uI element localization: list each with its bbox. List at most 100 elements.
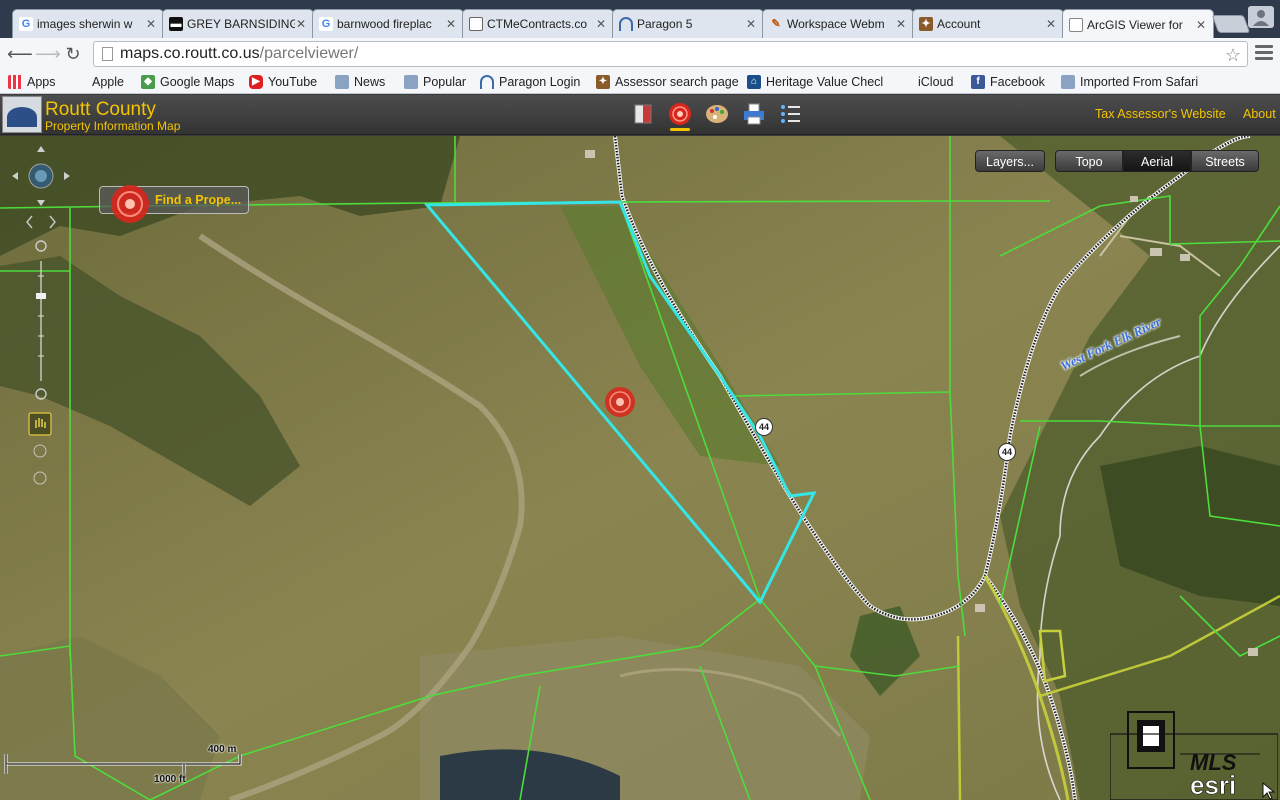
aerial-imagery xyxy=(0,136,1280,800)
basemap-aerial-button[interactable]: Aerial xyxy=(1123,150,1191,172)
browser-toolbar: ⟵ ⟶ ↻ maps.co.routt.co.us/parcelviewer/ … xyxy=(0,38,1280,70)
browser-tab[interactable]: G barnwood fireplac ✕ xyxy=(312,9,464,38)
bookmark-label: Apple xyxy=(92,75,124,89)
bookmark-heritage-value[interactable]: ⌂ Heritage Value Checl xyxy=(747,74,883,90)
browser-tab-active[interactable]: ArcGIS Viewer for ✕ xyxy=(1062,9,1214,39)
document-icon xyxy=(469,17,483,31)
folder-icon xyxy=(335,75,349,89)
apple-icon xyxy=(73,75,87,89)
bookmark-apple[interactable]: Apple xyxy=(73,74,124,90)
tab-title: CTMeContracts.co xyxy=(487,17,588,31)
bookmark-youtube[interactable]: ▶ YouTube xyxy=(249,74,317,90)
target-icon xyxy=(111,185,149,223)
close-icon[interactable]: ✕ xyxy=(295,17,307,31)
bookmark-folder-safari[interactable]: Imported From Safari xyxy=(1061,74,1198,90)
resize-cursor-icon xyxy=(1262,782,1276,800)
map-view[interactable]: Layers... Topo Aerial Streets Find a Pro… xyxy=(0,136,1280,800)
browser-tab[interactable]: ✦ Account ✕ xyxy=(912,9,1064,38)
bookmark-folder-popular[interactable]: Popular xyxy=(404,74,466,90)
bookmark-google-maps[interactable]: ◆ Google Maps xyxy=(141,74,234,90)
browser-tab[interactable]: G images sherwin w ✕ xyxy=(12,9,164,38)
basemap-tool-button[interactable] xyxy=(704,101,730,127)
app-header: Routt County Property Information Map Ta… xyxy=(0,95,1280,135)
print-tool-button[interactable] xyxy=(741,101,767,127)
browser-tab[interactable]: Paragon 5 ✕ xyxy=(612,9,764,38)
bookmark-label: Heritage Value Checl xyxy=(766,75,884,89)
book-icon xyxy=(634,104,652,124)
scale-bar: 400 m 1000 ft xyxy=(4,740,244,790)
bookmark-label: News xyxy=(354,75,386,89)
barn-site-icon: ▬ xyxy=(169,17,183,31)
close-icon[interactable]: ✕ xyxy=(1045,17,1057,31)
bookmark-star-icon[interactable]: ☆ xyxy=(1225,43,1241,67)
account-icon: ✦ xyxy=(919,17,933,31)
bookmark-label: Imported From Safari xyxy=(1080,75,1199,89)
close-icon[interactable]: ✕ xyxy=(595,17,607,31)
tab-title: Account xyxy=(937,17,981,31)
bookmark-folder-news[interactable]: News xyxy=(335,74,385,90)
map-attribution: MLS esri xyxy=(1109,710,1279,800)
basemap-streets-button[interactable]: Streets xyxy=(1191,150,1259,172)
tax-assessor-link[interactable]: Tax Assessor's Website xyxy=(1095,107,1226,121)
find-tool-button[interactable] xyxy=(667,101,693,131)
about-link[interactable]: About xyxy=(1243,107,1276,121)
tab-title: ArcGIS Viewer for xyxy=(1087,17,1183,32)
county-logo xyxy=(2,96,42,133)
app-subtitle: Property Information Map xyxy=(45,119,181,133)
bookmark-paragon-login[interactable]: Paragon Login xyxy=(480,74,580,90)
paragon-icon xyxy=(480,75,494,89)
close-icon[interactable]: ✕ xyxy=(745,17,757,31)
reload-button[interactable]: ↻ xyxy=(62,43,84,65)
tab-strip: G images sherwin w ✕ ▬ GREY BARNSIDING ✕… xyxy=(0,0,1280,39)
find-property-widget[interactable]: Find a Prope... xyxy=(99,185,249,223)
address-bar[interactable]: maps.co.routt.co.us/parcelviewer/ ☆ xyxy=(93,41,1248,67)
bookmarks-tool-button[interactable] xyxy=(630,101,656,127)
route-shield: 44 xyxy=(755,418,773,436)
scale-imperial: 1000 ft xyxy=(154,774,186,785)
bookmark-apps[interactable]: Apps xyxy=(8,74,56,90)
tab-title: Workspace Webm xyxy=(787,17,885,31)
zoom-slider-thumb xyxy=(36,293,46,299)
bookmark-label: Assessor search page xyxy=(615,75,739,89)
browser-tab[interactable]: ✎ Workspace Webm ✕ xyxy=(762,9,914,38)
new-tab-button[interactable] xyxy=(1211,15,1251,33)
target-icon xyxy=(669,103,691,125)
profile-button[interactable] xyxy=(1248,6,1274,28)
close-icon[interactable]: ✕ xyxy=(145,17,157,31)
svg-text:esri: esri xyxy=(1190,770,1236,800)
bookmark-label: Apps xyxy=(27,75,56,89)
find-property-label: Find a Prope... xyxy=(155,193,242,207)
bookmark-label: Paragon Login xyxy=(499,75,581,89)
page-icon xyxy=(102,47,113,61)
forward-button[interactable]: ⟶ xyxy=(35,43,61,65)
heritage-icon: ⌂ xyxy=(747,75,761,89)
url-path: /parcelviewer/ xyxy=(259,45,359,62)
google-maps-icon: ◆ xyxy=(141,75,155,89)
bookmarks-bar: Apps Apple ◆ Google Maps ▶ YouTube News … xyxy=(0,70,1280,94)
folder-icon xyxy=(404,75,418,89)
legend-tool-button[interactable] xyxy=(778,101,804,127)
app-title: Routt County xyxy=(45,99,156,120)
close-icon[interactable]: ✕ xyxy=(445,17,457,31)
map-icon: ✦ xyxy=(596,75,610,89)
browser-tab[interactable]: CTMeContracts.co ✕ xyxy=(462,9,614,38)
url-domain: maps.co.routt.co.us xyxy=(120,45,260,62)
facebook-icon: f xyxy=(971,75,985,89)
bookmark-label: Facebook xyxy=(990,75,1045,89)
close-icon[interactable]: ✕ xyxy=(895,17,907,31)
esri-logo: MLS esri xyxy=(1109,711,1279,800)
layers-button[interactable]: Layers... xyxy=(975,150,1045,172)
bookmark-icloud[interactable]: iCloud xyxy=(899,74,953,90)
basemap-topo-button[interactable]: Topo xyxy=(1055,150,1123,172)
tab-title: GREY BARNSIDING xyxy=(187,17,295,31)
close-icon[interactable]: ✕ xyxy=(1195,18,1207,32)
route-shield: 44 xyxy=(998,443,1016,461)
browser-tab[interactable]: ▬ GREY BARNSIDING ✕ xyxy=(162,9,314,38)
folder-icon xyxy=(1061,75,1075,89)
back-button[interactable]: ⟵ xyxy=(7,43,33,65)
bookmark-facebook[interactable]: f Facebook xyxy=(971,74,1045,90)
paragon-icon xyxy=(619,17,633,31)
browser-menu-button[interactable] xyxy=(1255,45,1273,63)
bookmark-assessor-search[interactable]: ✦ Assessor search page xyxy=(596,74,739,90)
bookmark-label: YouTube xyxy=(268,75,318,89)
